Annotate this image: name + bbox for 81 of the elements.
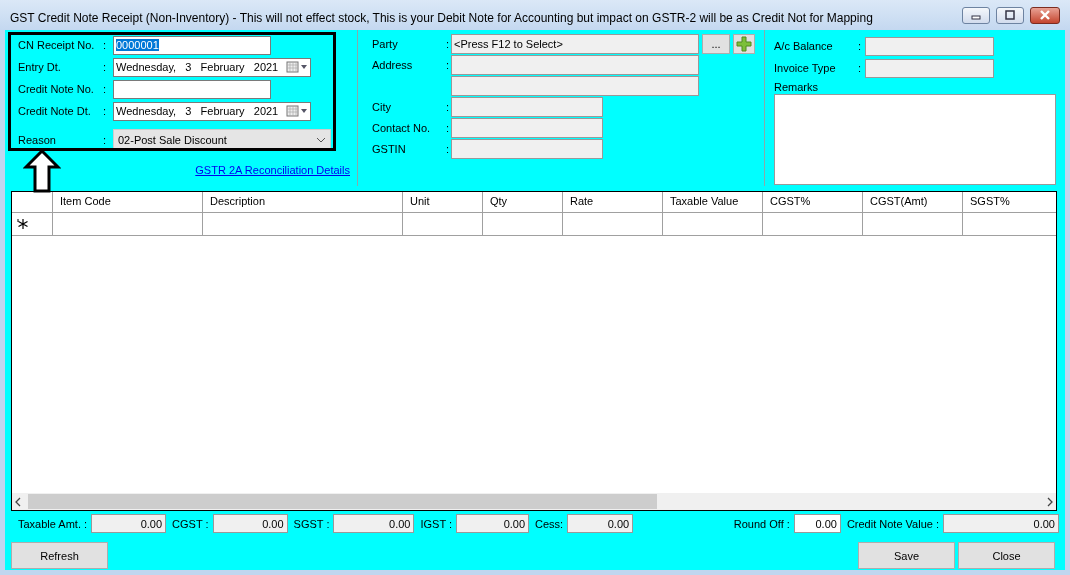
field-label: Remarks (774, 81, 819, 93)
colon: : (446, 121, 451, 134)
field-label: Credit Note Value : (846, 517, 939, 530)
amount-field: 0.00 (333, 514, 415, 533)
field-label: Address (372, 58, 413, 71)
colon: : (446, 100, 451, 113)
field-label: Credit Note No. (18, 83, 95, 95)
field-label: CGST : (172, 517, 209, 530)
field-label: Invoice Type (774, 62, 837, 74)
calendar-dropdown-icon (286, 61, 308, 73)
colon: : (103, 134, 108, 146)
action-button[interactable]: Close (958, 542, 1055, 569)
minimize-button[interactable] (962, 6, 990, 24)
text-field[interactable] (451, 96, 603, 117)
text-field[interactable] (451, 75, 699, 96)
colon: : (858, 62, 863, 74)
field-label: Credit Note Dt. (18, 105, 92, 117)
amount-field: 0.00 (212, 514, 288, 533)
plus-icon (736, 35, 752, 52)
amount-field: 0.00 (943, 514, 1059, 533)
column-header[interactable]: Taxable Value (663, 192, 763, 212)
field-label: Party (372, 37, 398, 50)
text-field[interactable] (451, 117, 603, 138)
colon: : (446, 58, 451, 71)
amount-field: 0.00 (91, 514, 167, 533)
window-title: GST Credit Note Receipt (Non-Inventory) - This will not effect stock, This is your Debit Note for Accounting but impact on GSTR-2 will be as Credit Not for Mapping (10, 10, 874, 25)
colon: : (103, 105, 108, 117)
amount-field: 0.00 (456, 514, 530, 533)
field-label: Contact No. (372, 121, 431, 134)
add-button[interactable] (733, 33, 755, 54)
colon: : (446, 37, 451, 50)
scrollbar-thumb[interactable] (28, 494, 657, 509)
remarks-field[interactable] (774, 94, 1056, 185)
field-label: IGST : (420, 517, 453, 530)
field-label: Cess: (535, 517, 564, 530)
action-button[interactable]: Save (858, 542, 955, 569)
field-label: Entry Dt. (18, 61, 62, 73)
column-header[interactable]: Rate (563, 192, 663, 212)
action-button[interactable]: Refresh (11, 542, 108, 569)
close-icon (1039, 10, 1051, 20)
text-field[interactable] (451, 138, 603, 159)
calendar-dropdown-icon (286, 105, 308, 117)
date-picker[interactable]: Wednesday, 3 February 2021 (113, 57, 311, 77)
horizontal-scrollbar[interactable] (12, 493, 1056, 510)
field-label: Round Off : (733, 517, 790, 530)
field-label: Reason (18, 134, 57, 146)
colon: : (103, 39, 108, 51)
date-picker[interactable]: Wednesday, 3 February 2021 (113, 101, 311, 121)
colon: : (103, 83, 108, 95)
text-field[interactable] (113, 79, 271, 99)
column-header[interactable]: CGST% (763, 192, 863, 212)
chevron-down-icon (316, 137, 326, 143)
field-label: GSTIN (372, 142, 406, 155)
field-label: SGST : (293, 517, 330, 530)
text-field[interactable] (865, 36, 994, 56)
text-field[interactable]: 0000001 (113, 35, 271, 55)
colon: : (858, 40, 863, 52)
reconciliation-link[interactable]: GSTR 2A Reconciliation Details (195, 164, 350, 176)
browse-button[interactable]: ... (702, 33, 730, 54)
column-header[interactable]: Qty (483, 192, 563, 212)
field-label: CN Receipt No. (18, 39, 96, 51)
field-label: City (372, 100, 391, 113)
colon: : (103, 61, 108, 73)
amount-field: 0.00 (567, 514, 634, 533)
colon: : (446, 142, 451, 155)
party-field[interactable]: <Press F12 to Select> (451, 33, 699, 54)
dropdown[interactable]: 02-Post Sale Discount (113, 129, 331, 151)
field-label: A/c Balance (774, 40, 834, 52)
column-header[interactable]: Description (203, 192, 403, 212)
close-button[interactable] (1030, 6, 1060, 24)
maximize-icon (1004, 10, 1016, 20)
new-row-icon (17, 218, 29, 230)
amount-field[interactable]: 0.00 (793, 514, 841, 533)
text-field[interactable] (865, 58, 994, 78)
field-label: Taxable Amt. : (18, 517, 88, 530)
column-header[interactable]: CGST(Amt) (863, 192, 963, 212)
maximize-button[interactable] (996, 6, 1024, 24)
column-header[interactable]: SGST% (963, 192, 1056, 212)
column-header[interactable]: Unit (403, 192, 483, 212)
text-field[interactable] (451, 54, 699, 75)
column-header[interactable]: Item Code (53, 192, 203, 212)
